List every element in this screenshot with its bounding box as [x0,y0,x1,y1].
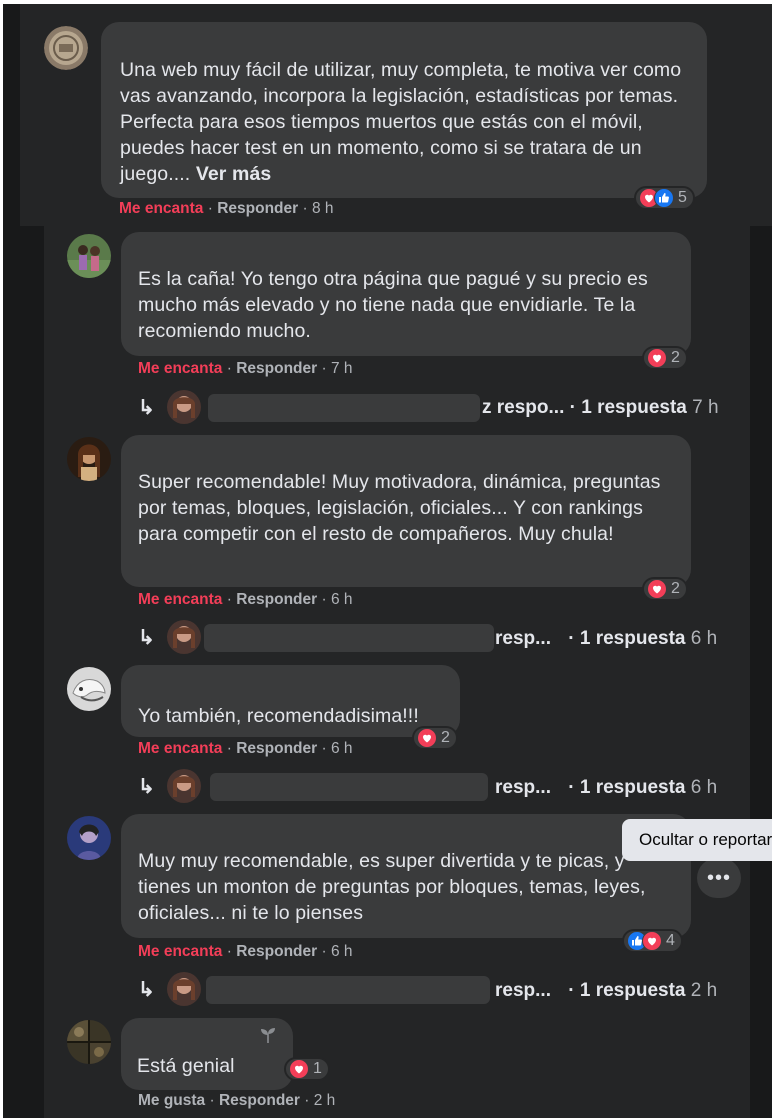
timestamp[interactable]: 7 h [331,360,353,377]
reaction-count: 2 [671,580,680,597]
reply-count: · 1 respuesta [568,628,686,649]
reply-author-fragment: resp... [495,628,551,649]
reply-count: · 1 respuesta [568,777,686,798]
reply-arrow-icon: ↳ [138,775,155,798]
reaction-summary[interactable]: 2 [642,346,688,370]
reply-summary[interactable]: resp... · 1 respuesta 6 h [495,628,717,650]
comment-text: Muy muy recomendable, es super divertida… [138,850,646,924]
reply-arrow-icon: ↳ [138,626,155,649]
comment-actions: Me encanta · Responder · 7 h [138,360,353,377]
comment-bubble: Yo también, recomendadisima!!! [121,665,460,737]
heart-icon [642,931,662,951]
redacted-name [206,976,490,1004]
reaction-summary[interactable]: 1 [284,1057,330,1081]
avatar[interactable] [67,1020,111,1064]
timestamp: 7 h [692,397,719,418]
reply-author-fragment: z respo... [482,397,565,418]
comment-actions: Me encanta · Responder · 6 h [138,943,353,960]
comment-bubble: Muy muy recomendable, es super divertida… [121,814,691,938]
reaction-count: 4 [666,932,675,949]
reply-link[interactable]: Responder [236,591,317,608]
love-reaction-link[interactable]: Me encanta [138,740,222,757]
reply-arrow-icon: ↳ [138,978,155,1001]
reaction-summary[interactable]: 2 [412,726,458,750]
comment-actions: Me encanta · Responder · 8 h [119,200,334,217]
avatar[interactable] [67,667,111,711]
reply-link[interactable]: Responder [236,360,317,377]
reaction-count: 5 [678,189,687,206]
view-replies[interactable]: ↳ [138,972,201,1006]
avatar[interactable] [67,234,111,278]
comment-actions: Me gusta · Responder · 2 h [138,1092,336,1109]
timestamp[interactable]: 6 h [331,943,353,960]
comment-text: Super recomendable! Muy motivadora, diná… [138,471,661,545]
reply-link[interactable]: Responder [236,943,317,960]
redacted-name [208,394,480,422]
reply-count: · 1 respuesta [568,980,686,1001]
view-replies[interactable]: ↳ [138,769,201,803]
reaction-count: 2 [441,729,450,746]
avatar [166,620,201,654]
view-replies[interactable]: ↳ [138,620,201,654]
comment-bubble: Una web muy fácil de utilizar, muy compl… [101,22,707,198]
reaction-count: 1 [313,1060,322,1077]
avatar [166,390,201,424]
heart-icon [417,728,437,748]
comment-text: Es la caña! Yo tengo otra página que pag… [138,268,648,342]
more-options-button[interactable]: ••• [697,858,741,898]
view-replies[interactable]: ↳ [138,390,201,424]
love-reaction-link[interactable]: Me encanta [138,360,222,377]
like-icon [654,188,674,208]
comment-text: Está genial [137,1055,235,1077]
timestamp: 2 h [690,980,718,1001]
avatar[interactable] [67,816,111,860]
reply-author-fragment: resp... [495,777,551,798]
reply-author-fragment: resp... [495,980,551,1001]
comments-panel: Una web muy fácil de utilizar, muy compl… [0,0,772,1118]
reply-link[interactable]: Responder [217,200,298,217]
redacted-name [210,773,488,801]
timestamp[interactable]: 8 h [312,200,334,217]
reaction-summary[interactable]: 5 [634,186,695,210]
timestamp: 6 h [690,777,718,798]
reply-arrow-icon: ↳ [138,396,155,419]
avatar[interactable] [67,437,111,481]
sprout-icon [261,1028,275,1043]
see-more-link[interactable]: Ver más [196,163,272,185]
timestamp: 6 h [690,628,718,649]
reply-link[interactable]: Responder [236,740,317,757]
reaction-count: 2 [671,349,680,366]
comment-actions: Me encanta · Responder · 6 h [138,591,353,608]
comment-text: Yo también, recomendadisima!!! [138,705,419,727]
comment-bubble: Super recomendable! Muy motivadora, diná… [121,435,691,587]
reply-link[interactable]: Responder [219,1092,300,1109]
comment-bubble: Es la caña! Yo tengo otra página que pag… [121,232,691,356]
heart-icon [647,348,667,368]
reply-summary[interactable]: z respo... · 1 respuesta 7 h [482,397,719,419]
reply-count: · 1 respuesta [569,397,687,418]
hide-or-report-tooltip: Ocultar o reportar [622,819,772,861]
heart-icon [647,579,667,599]
left-border [0,0,3,1118]
like-reaction-link[interactable]: Me gusta [138,1092,205,1109]
love-reaction-link[interactable]: Me encanta [119,200,203,217]
love-reaction-link[interactable]: Me encanta [138,943,222,960]
heart-icon [289,1059,309,1079]
redacted-name [204,624,494,652]
timestamp[interactable]: 6 h [331,740,353,757]
reply-summary[interactable]: resp... · 1 respuesta 6 h [495,777,717,799]
love-reaction-link[interactable]: Me encanta [138,591,222,608]
avatar[interactable] [44,26,88,70]
reaction-summary[interactable]: 4 [622,929,683,953]
reply-summary[interactable]: resp... · 1 respuesta 2 h [495,980,717,1002]
timestamp[interactable]: 2 h [314,1092,336,1109]
reaction-summary[interactable]: 2 [642,577,688,601]
comment-actions: Me encanta · Responder · 6 h [138,740,353,757]
avatar [166,769,201,803]
timestamp[interactable]: 6 h [331,591,353,608]
avatar [166,972,201,1006]
